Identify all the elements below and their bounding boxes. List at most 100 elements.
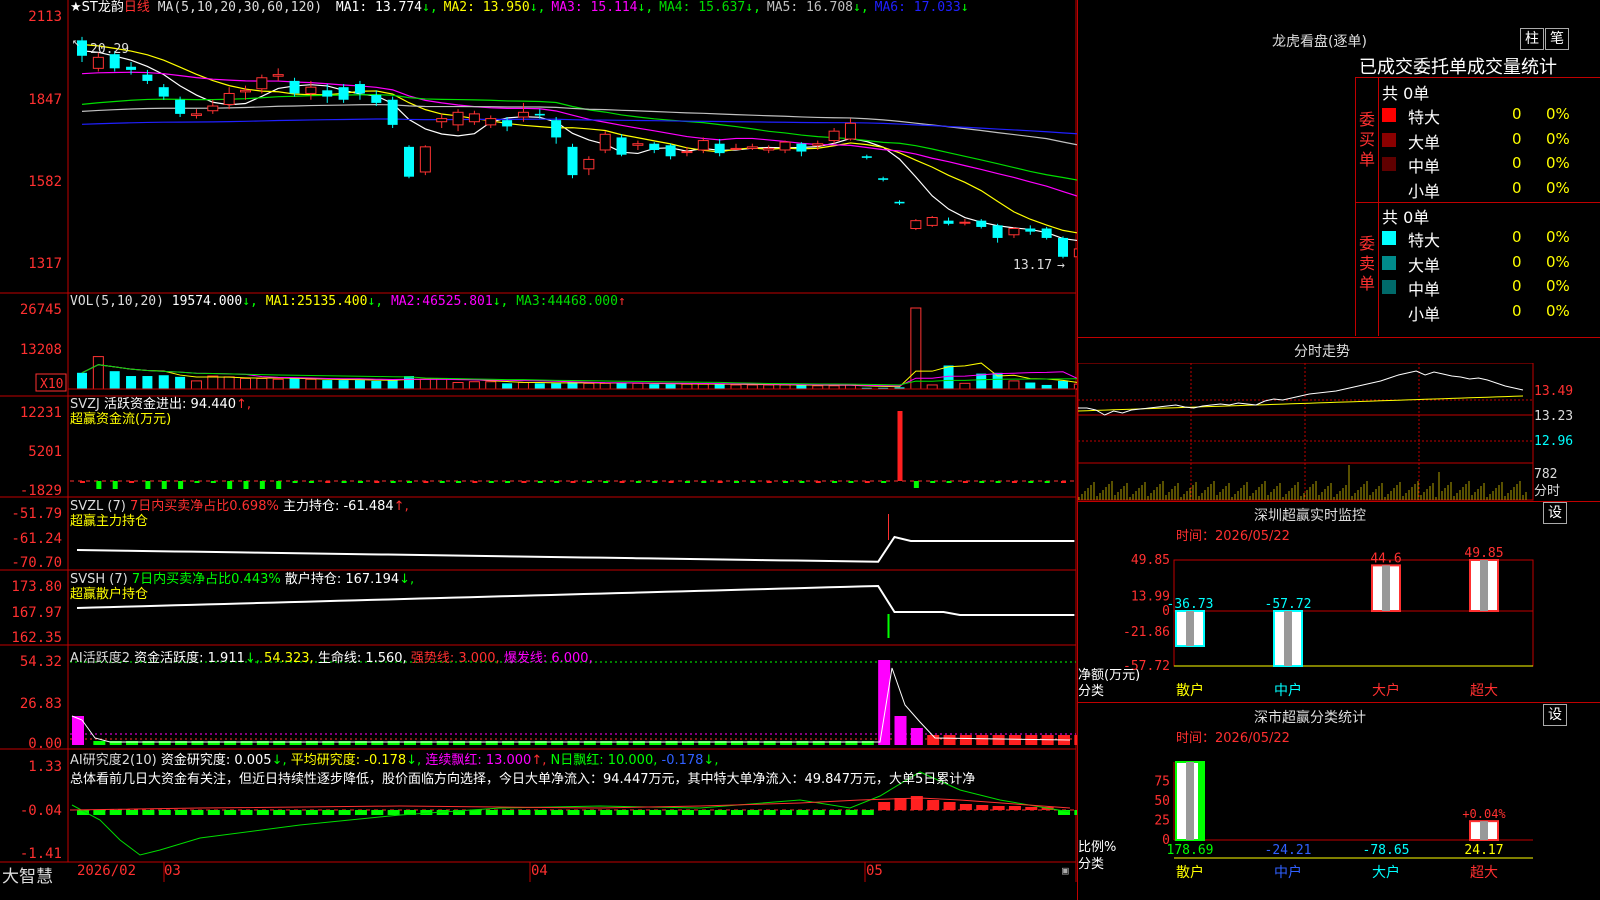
ai-research-value: 资金研究度: 0.005 [160, 753, 272, 768]
ai-research-summary: 总体看前几日大资金有关注，但近日持续性逐步降低，股价面临方向选择，今日大单净流入… [70, 772, 976, 787]
candle-body [1008, 228, 1020, 236]
footer-bar: 大智慧 2026/02 03 04 05 ▣ [0, 862, 1077, 887]
order-type-label: 小单 [1408, 304, 1441, 324]
vol-tick: 13208 [20, 342, 62, 358]
volume-bar [272, 378, 284, 390]
svzj-bar [178, 481, 184, 489]
ai-research-bar [878, 802, 891, 810]
svzj-bar [439, 481, 445, 483]
volume-bar [763, 384, 775, 390]
brand-logo[interactable]: 大智慧 [2, 862, 53, 887]
svzj-bar [374, 481, 380, 483]
candle-body [534, 113, 545, 116]
sz-monitor-settings-button[interactable]: 设 [1543, 502, 1567, 524]
ai-research-bar [845, 810, 858, 815]
ai-active-bar [992, 735, 1005, 745]
order-percent: 0% [1546, 252, 1570, 271]
volume-bar [436, 377, 448, 390]
svzj-tick: 5201 [28, 444, 62, 460]
intraday-chart[interactable]: 13.49 13.23 12.96 782 分时 [1078, 363, 1600, 503]
candle-body [240, 89, 251, 93]
sz-classify-bar-shade [1480, 821, 1488, 840]
svzj-bar [308, 481, 314, 483]
sz-classify-xlabel: 分类 [1078, 857, 1104, 872]
candle-body [844, 122, 856, 140]
sz-classify-value: -24.21 [1265, 843, 1312, 858]
svzj-bar [259, 481, 265, 489]
order-type-label: 小单 [1408, 181, 1441, 201]
svzj-bar [734, 481, 739, 483]
column-view-button[interactable]: 柱 [1520, 28, 1544, 50]
candlesticks[interactable] [77, 36, 1077, 263]
candle-body [649, 143, 660, 150]
ai-research-pane-header: AI研究度2(10) 资金研究度: 0.005↓, 平均研究度: -0.178↓… [70, 753, 976, 787]
svzj-bar [1061, 481, 1066, 483]
ai-active-bar [959, 735, 972, 745]
sz-monitor-category: 中户 [1274, 682, 1302, 699]
price-pane-header: ★ST龙韵日线 MA(5,10,20,30,60,120) MA1: 13.77… [70, 0, 969, 16]
order-stats-subtitle: 已成交委托单成交量统计 [1359, 57, 1557, 78]
svzj-tick: 12231 [20, 405, 62, 421]
ai-research-bar [305, 810, 318, 815]
ai-active-bars [70, 660, 1077, 745]
volume-bar [926, 384, 938, 390]
ma-line-ma3 [81, 71, 1077, 197]
buy-total: 共 0单 [1382, 84, 1430, 103]
lock-icon[interactable]: ▣ [1062, 864, 1069, 877]
svzj-bar [832, 481, 838, 483]
sz-classify-settings-button[interactable]: 设 [1543, 704, 1567, 726]
ai-research-bar [894, 798, 907, 810]
ai-research-bar [959, 804, 972, 810]
stock-name[interactable]: ★ST龙韵 [70, 0, 124, 15]
ai-active-value: 资金活跃度: 1.911 [134, 651, 245, 666]
sz-monitor-value: -57.72 [1265, 597, 1312, 612]
svzj-bar [505, 481, 511, 483]
volume-bar [517, 382, 529, 390]
svzj-bar [1044, 481, 1050, 483]
ai-research-bar [158, 810, 171, 815]
order-percent: 0% [1546, 301, 1570, 320]
candle-body [256, 77, 268, 90]
order-count: 0 [1512, 252, 1522, 271]
vol-scale-x10: X10 [40, 377, 63, 392]
order-count: 0 [1512, 154, 1522, 172]
ai-research-tick: -1.41 [20, 846, 62, 862]
volume-bar [681, 383, 693, 390]
ai-research-bar [698, 810, 711, 815]
candle-body [714, 143, 725, 154]
candle-body [861, 156, 872, 158]
sz-classify-category: 中户 [1274, 864, 1302, 881]
candle-body [779, 141, 791, 151]
sz-classify-extra: +0.04% [1462, 807, 1506, 821]
order-row: 小单 0 0% [1382, 178, 1600, 201]
period-label[interactable]: 日线 [124, 0, 150, 15]
svzj-bar [390, 481, 396, 483]
sz-monitor-value: 44.6 [1370, 551, 1401, 566]
order-table: 委买单 委卖单 共 0单 共 0单 特大 0 0% 大单 0 0% 中单 0 0% 小单 0 0% 特… [1355, 77, 1600, 336]
volume-bar [616, 383, 627, 389]
candle-body [419, 146, 431, 173]
svzj-bar [80, 481, 85, 483]
candle-body [583, 158, 595, 170]
price-tick: 1582 [28, 174, 62, 190]
volume-bar [190, 380, 202, 390]
svzj-bar [227, 481, 233, 489]
intraday-title: 分时走势 [1294, 344, 1350, 360]
svzl-ratio: 7日内买卖净占比0.698% [129, 499, 279, 514]
ai-research-bar [518, 810, 531, 815]
candle-body [926, 217, 938, 226]
ai-research-bar [796, 810, 809, 815]
candle-body [796, 143, 807, 152]
volume-bar [992, 372, 1003, 389]
svzj-bar [161, 481, 167, 489]
moving-average-lines [81, 43, 1077, 242]
svsh-tick: 162.35 [11, 630, 62, 646]
tick-view-button[interactable]: 笔 [1545, 28, 1569, 50]
candle-body [322, 90, 333, 97]
sz-monitor-category: 散户 [1176, 682, 1204, 699]
svzj-bar [292, 481, 298, 483]
svsh-pane-header: SVSH (7) 7日内买卖净占比0.443% 散户持仓: 167.194↓, … [70, 572, 415, 602]
vol-tick: 26745 [20, 302, 62, 318]
ai-active-max: 54.323, [264, 651, 314, 666]
price-tick: 1317 [28, 256, 62, 272]
